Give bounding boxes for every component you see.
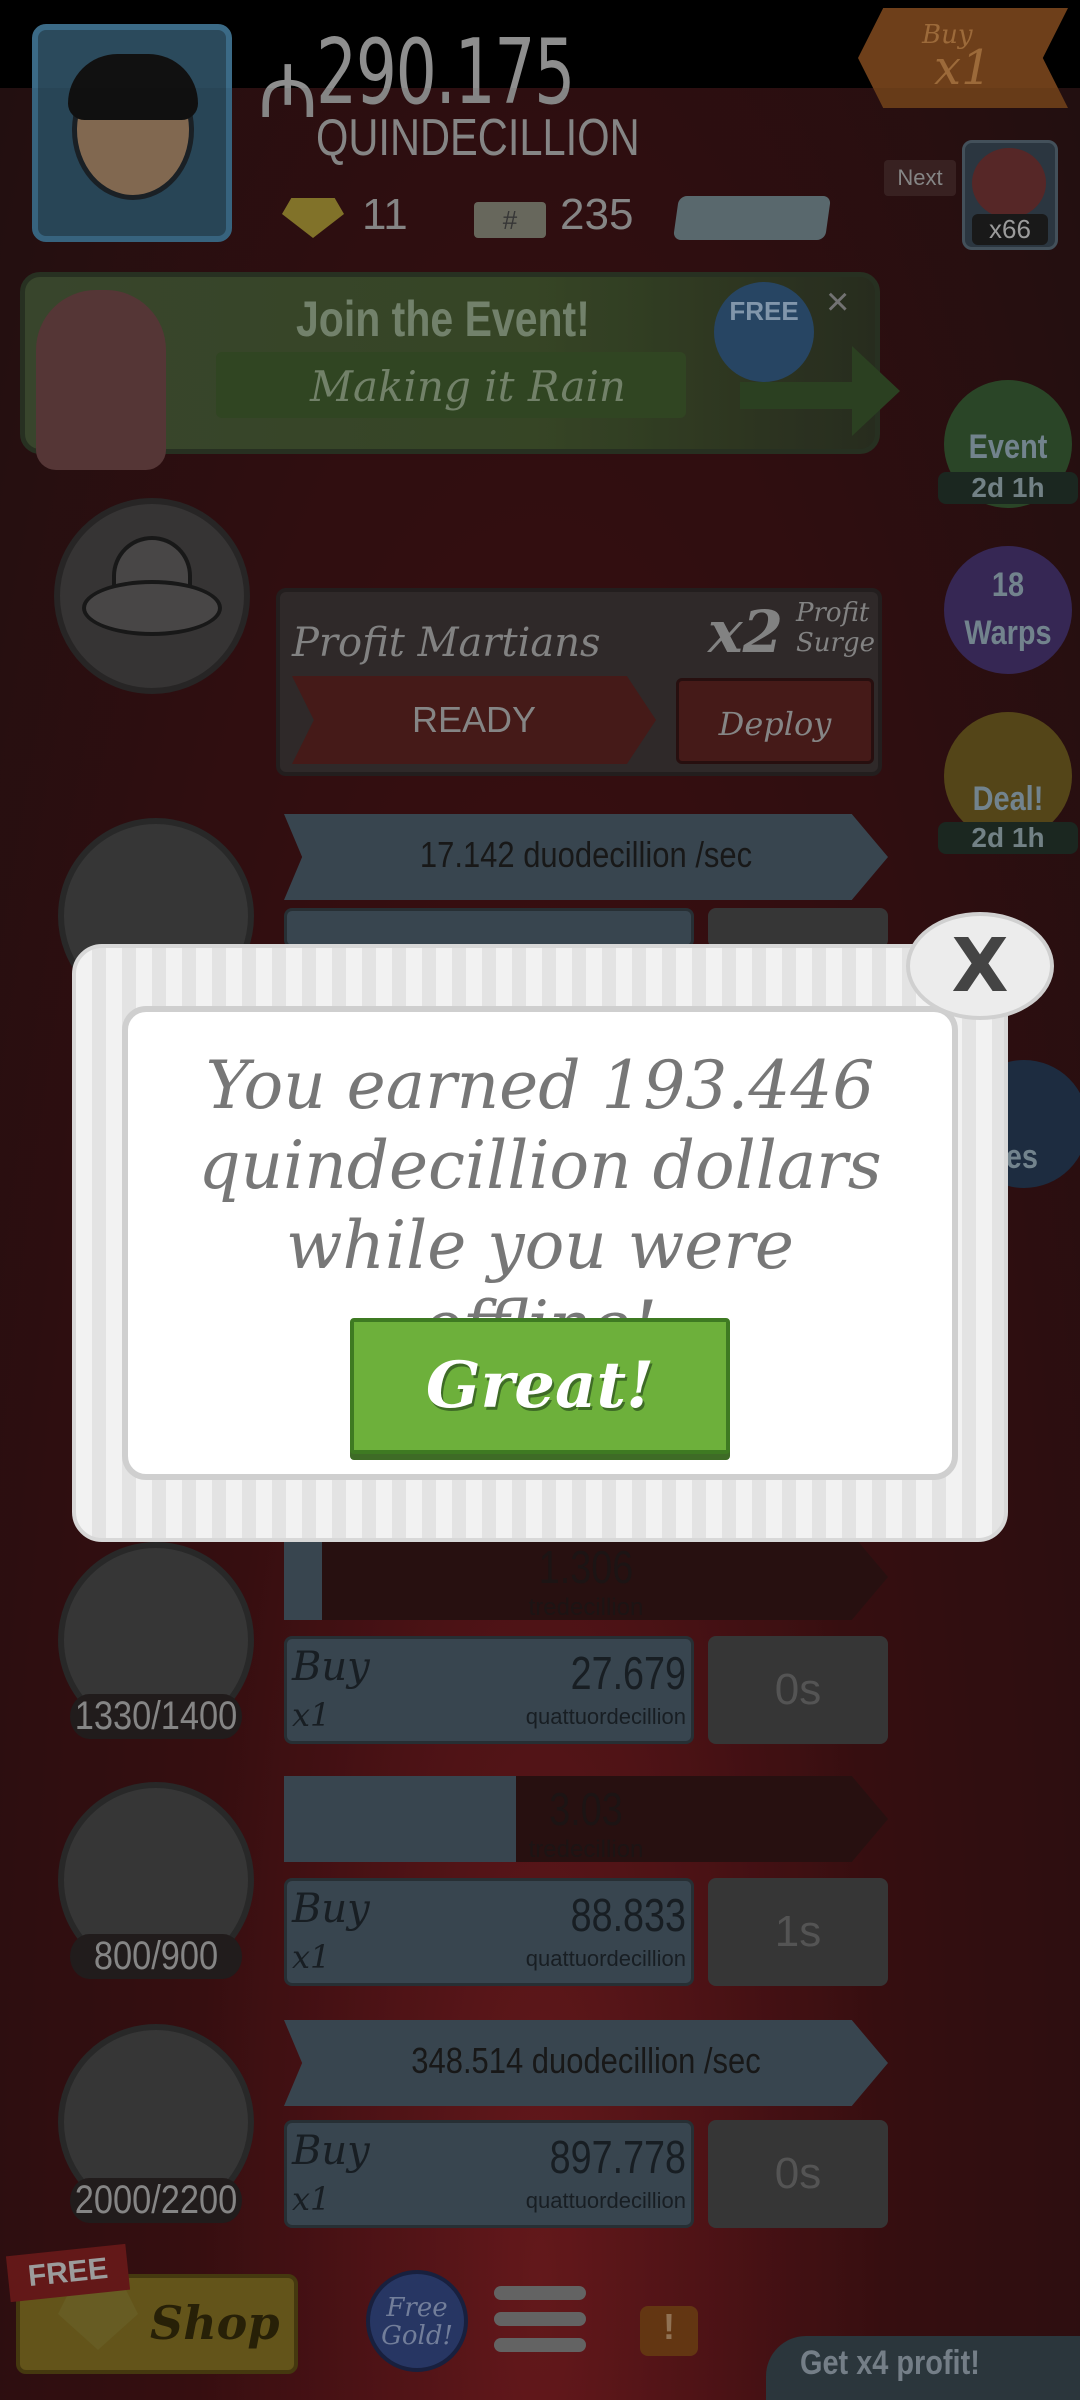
- close-icon[interactable]: X: [906, 912, 1054, 1020]
- great-button[interactable]: Great!: [350, 1318, 730, 1454]
